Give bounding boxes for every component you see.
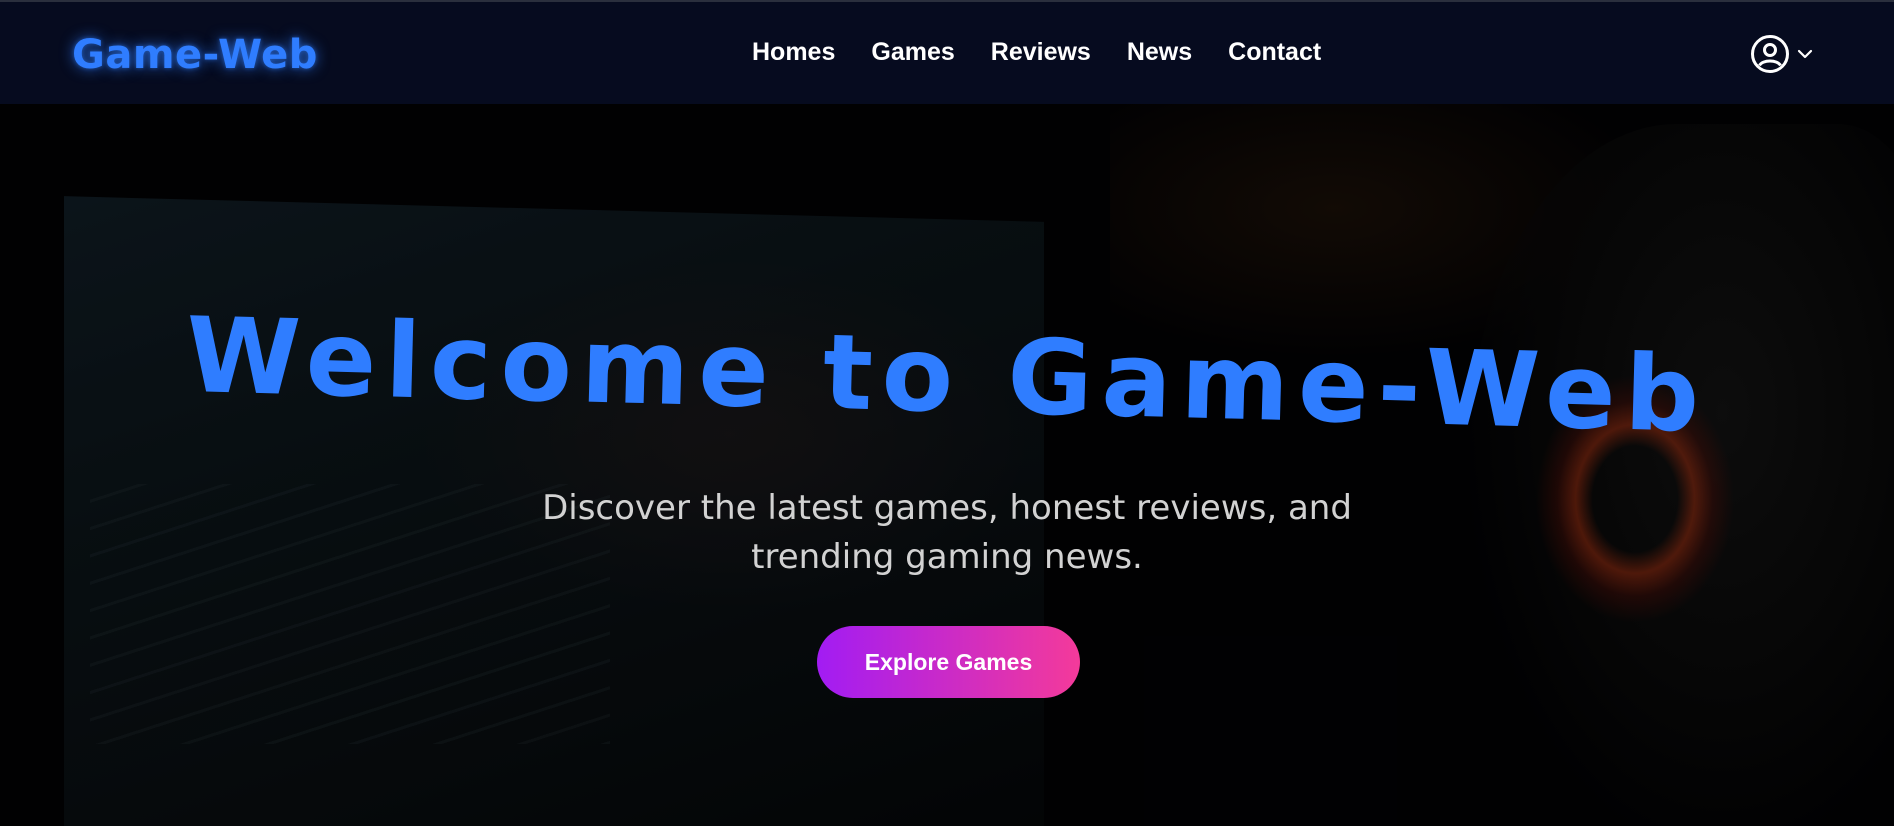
explore-games-button[interactable]: Explore Games bbox=[817, 626, 1080, 698]
account-menu-button[interactable] bbox=[1750, 34, 1814, 74]
user-circle-icon bbox=[1751, 35, 1789, 73]
chevron-down-icon bbox=[1797, 49, 1813, 59]
site-logo[interactable]: Game-Web bbox=[72, 32, 318, 78]
nav-link-reviews[interactable]: Reviews bbox=[991, 38, 1091, 67]
page: Game-Web Homes Games Reviews News Contac… bbox=[0, 0, 1894, 826]
nav-link-games[interactable]: Games bbox=[871, 38, 954, 67]
hero-dark-overlay bbox=[0, 104, 1894, 826]
main-nav: Homes Games Reviews News Contact bbox=[752, 38, 1321, 67]
hero-section: Welcome to Game-Web Discover the latest … bbox=[0, 104, 1894, 826]
hero-subtitle: Discover the latest games, honest review… bbox=[542, 488, 1352, 577]
nav-link-news[interactable]: News bbox=[1127, 38, 1192, 67]
nav-link-contact[interactable]: Contact bbox=[1228, 38, 1321, 67]
nav-link-homes[interactable]: Homes bbox=[752, 38, 835, 67]
top-navbar: Game-Web Homes Games Reviews News Contac… bbox=[0, 0, 1894, 104]
